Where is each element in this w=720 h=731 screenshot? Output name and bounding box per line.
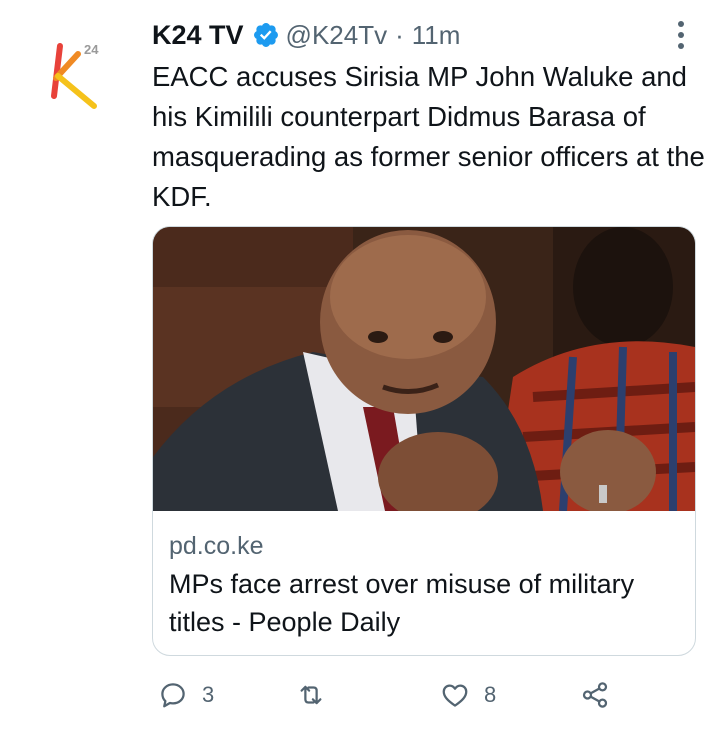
timestamp[interactable]: 11m (412, 20, 461, 51)
tweet-header: K24 TV @K24Tv · 11m (152, 16, 460, 54)
reply-icon (161, 683, 185, 708)
verified-badge-icon (253, 23, 278, 47)
card-title: MPs face arrest over misuse of military … (169, 569, 635, 637)
user-handle[interactable]: @K24Tv (286, 20, 388, 51)
more-vertical-icon (678, 21, 684, 49)
reply-count: 3 (202, 682, 215, 707)
svg-text:24: 24 (84, 42, 99, 57)
reply-button[interactable]: 3 (158, 672, 214, 718)
like-button[interactable]: 8 (440, 672, 496, 718)
retweet-button[interactable] (296, 672, 340, 718)
k24-logo-icon: 24 (51, 42, 99, 109)
link-preview-card[interactable]: pd.co.ke MPs face arrest over misuse of … (152, 226, 696, 656)
share-button[interactable] (580, 672, 610, 718)
separator-dot: · (395, 19, 404, 50)
article-photo[interactable] (153, 227, 695, 511)
tweet-actions: 3 8 (0, 672, 720, 718)
retweet-icon (300, 685, 322, 705)
like-count: 8 (484, 682, 497, 707)
share-icon (582, 682, 608, 708)
more-options-button[interactable] (668, 18, 694, 52)
avatar[interactable]: 24 (42, 36, 112, 116)
display-name[interactable]: K24 TV (152, 20, 244, 51)
card-domain: pd.co.ke (169, 532, 264, 560)
tweet-text: EACC accuses Sirisia MP John Waluke and … (152, 61, 705, 212)
heart-icon (442, 684, 468, 707)
